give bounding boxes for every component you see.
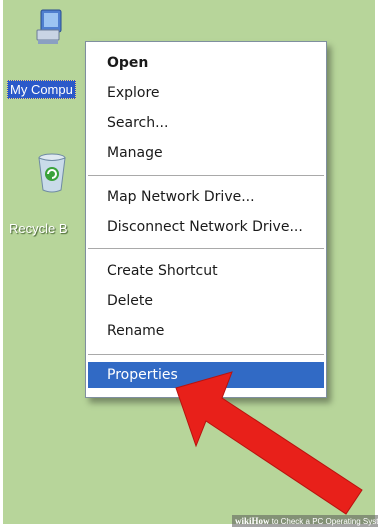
screenshot-frame: My Compu Recycle B Open Explore Search..… (0, 0, 378, 531)
my-computer-label: My Compu (7, 80, 76, 99)
desktop-icon-recycle-bin[interactable]: Recycle B (7, 150, 87, 250)
watermark-brand: wiki (235, 516, 252, 526)
wikihow-watermark: wikiHow to Check a PC Operating Syster (232, 515, 378, 527)
menu-item-rename[interactable]: Rename (86, 318, 326, 344)
desktop-icon-my-computer[interactable]: My Compu (7, 8, 87, 108)
menu-item-explore[interactable]: Explore (86, 80, 326, 106)
watermark-text: to Check a PC Operating Syster (269, 517, 378, 526)
menu-item-search[interactable]: Search... (86, 110, 326, 136)
menu-item-disconnect-network-drive[interactable]: Disconnect Network Drive... (86, 214, 326, 240)
menu-item-open[interactable]: Open (86, 50, 326, 76)
menu-separator (88, 354, 324, 355)
menu-item-properties[interactable]: Properties (88, 362, 324, 388)
menu-item-map-network-drive[interactable]: Map Network Drive... (86, 184, 326, 210)
context-menu: Open Explore Search... Manage Map Networ… (85, 41, 327, 398)
menu-item-manage[interactable]: Manage (86, 140, 326, 166)
menu-separator (88, 175, 324, 176)
desktop: My Compu Recycle B Open Explore Search..… (3, 0, 375, 524)
menu-separator (88, 248, 324, 249)
recycle-bin-label: Recycle B (9, 221, 68, 236)
watermark-brand-suffix: How (251, 516, 270, 526)
menu-item-delete[interactable]: Delete (86, 288, 326, 314)
menu-item-create-shortcut[interactable]: Create Shortcut (86, 258, 326, 284)
recycle-bin-icon (35, 150, 69, 198)
my-computer-icon (35, 8, 65, 52)
